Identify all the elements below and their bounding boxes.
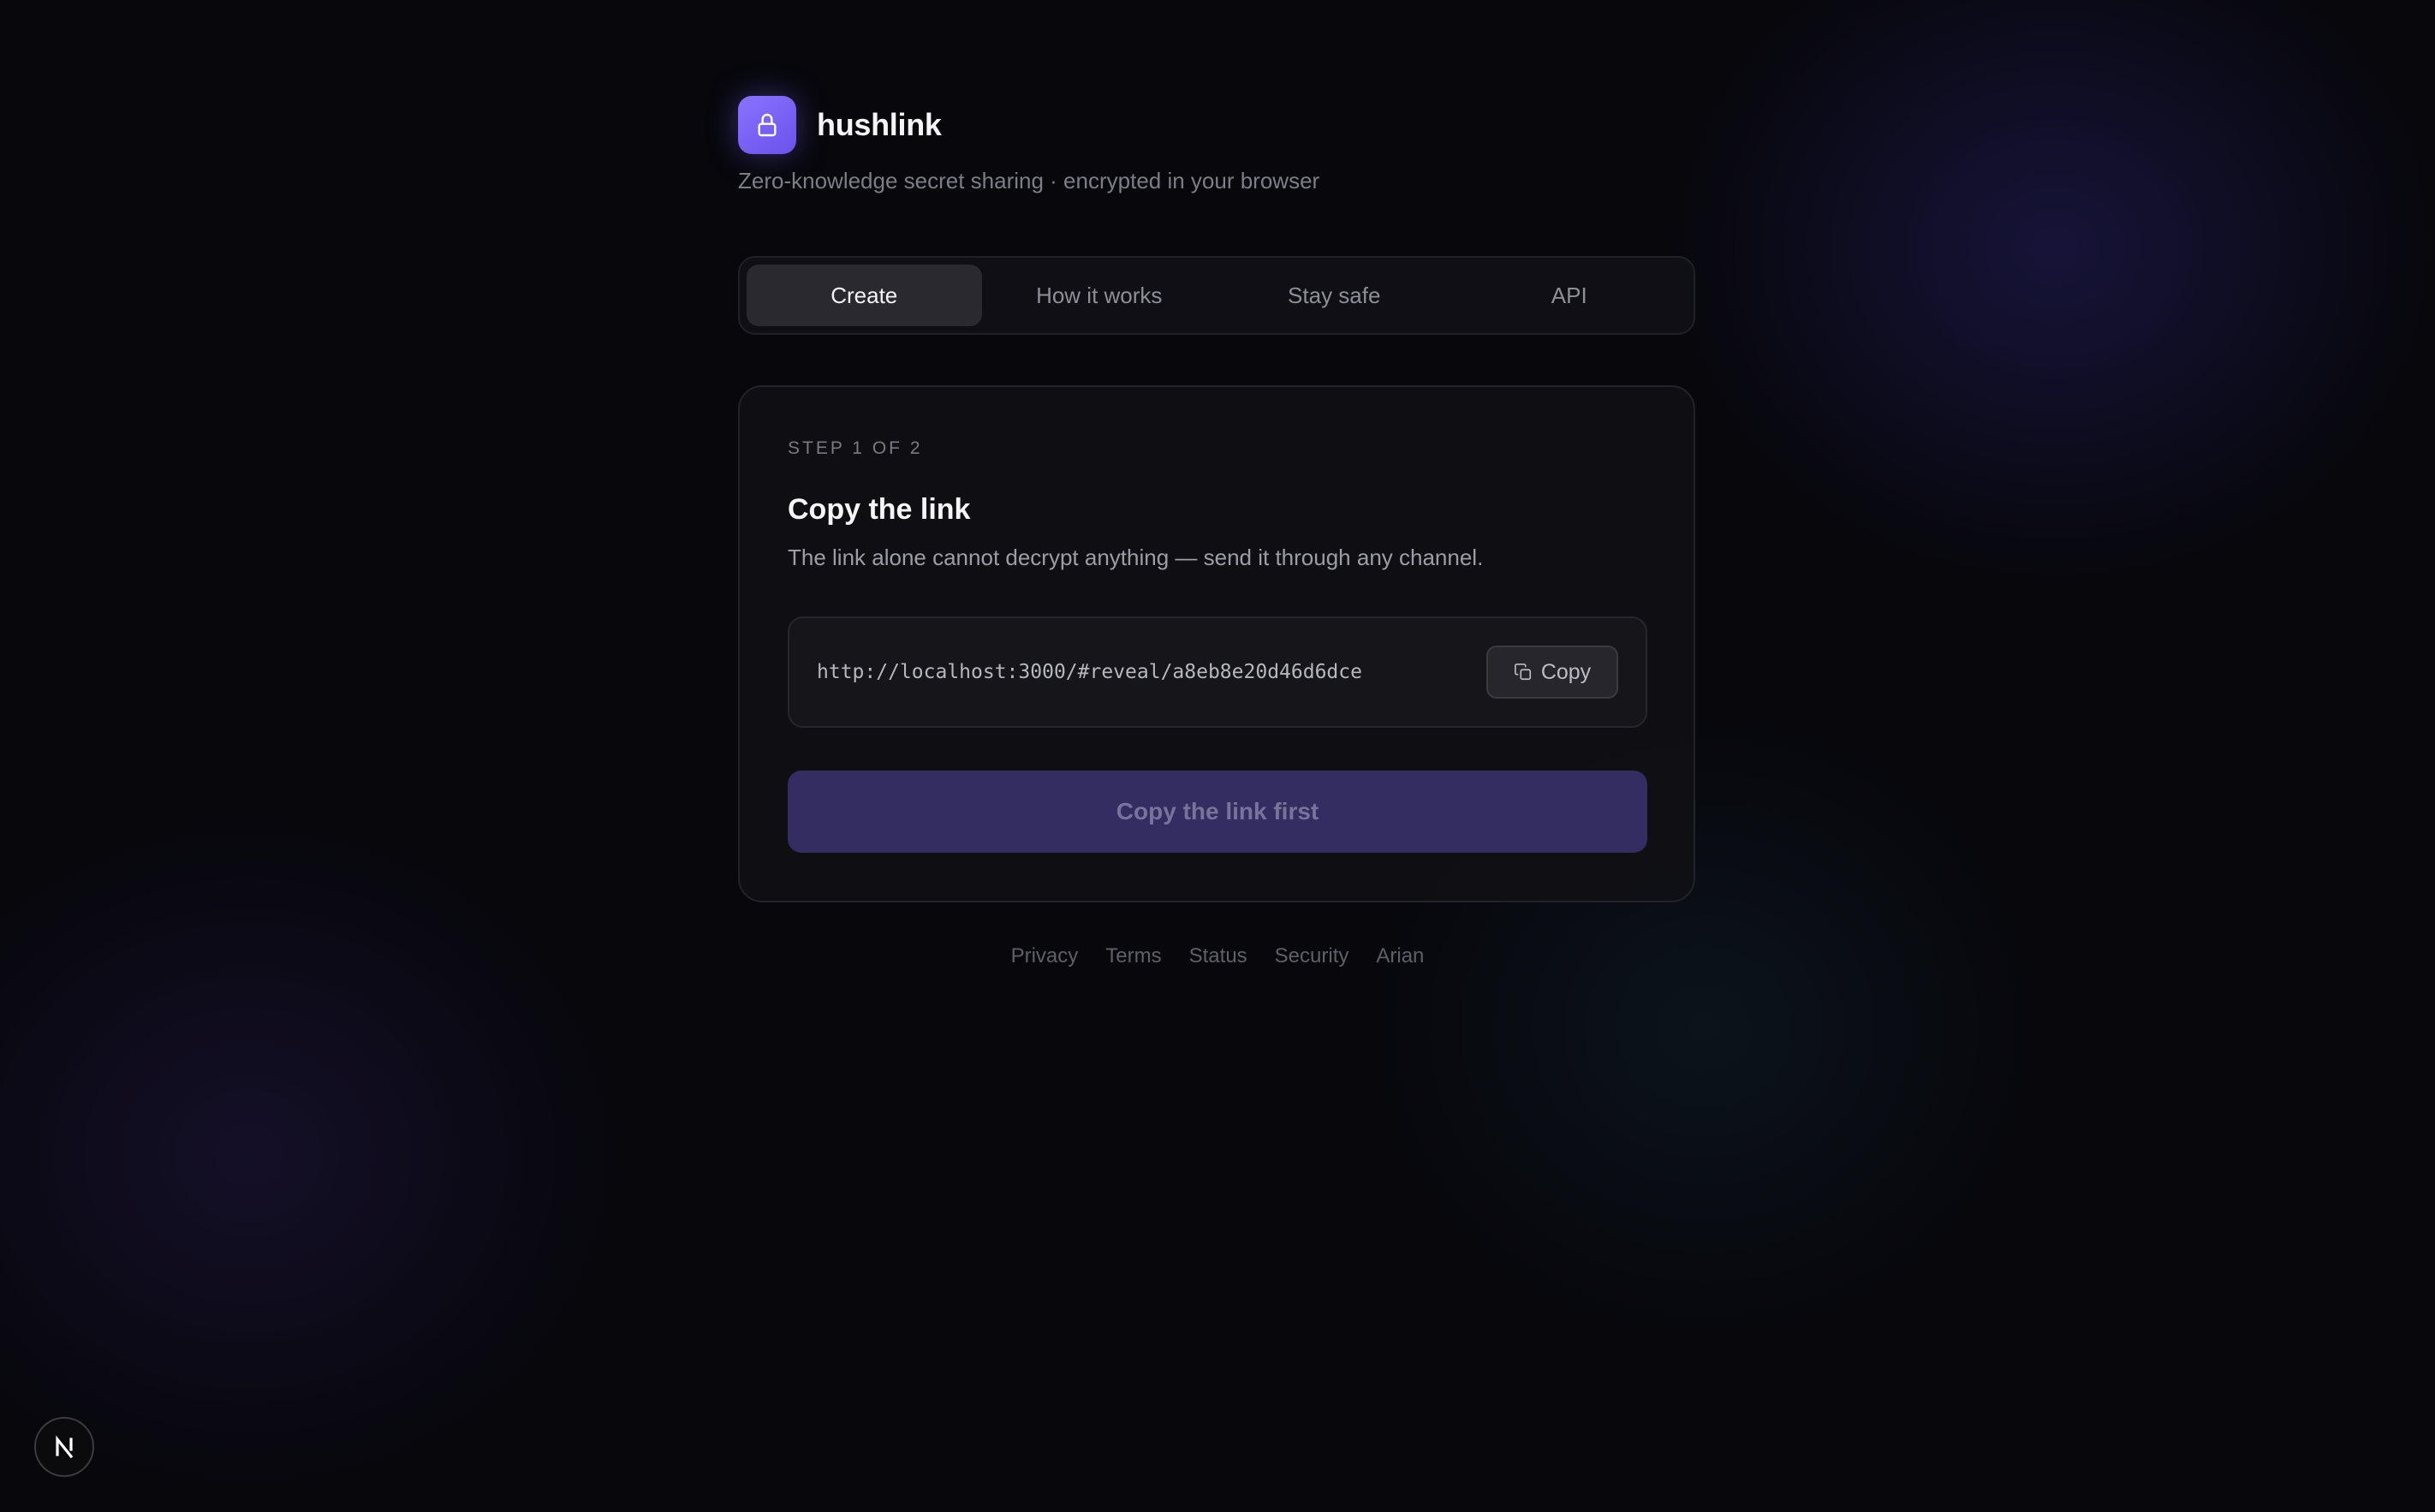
dev-tools-badge[interactable] — [34, 1417, 94, 1477]
tab-bar: Create How it works Stay safe API — [738, 256, 1695, 335]
footer-link-terms[interactable]: Terms — [1105, 944, 1161, 968]
footer: Privacy Terms Status Security Arian — [0, 944, 2435, 968]
link-box: http://localhost:3000/#reveal/a8eb8e20d4… — [788, 616, 1647, 728]
step-label: STEP 1 OF 2 — [788, 438, 923, 458]
n-logo-icon — [56, 1435, 74, 1459]
footer-link-arian[interactable]: Arian — [1376, 944, 1424, 968]
footer-link-security[interactable]: Security — [1275, 944, 1349, 968]
share-link-text[interactable]: http://localhost:3000/#reveal/a8eb8e20d4… — [817, 618, 1362, 726]
copy-icon — [1514, 664, 1531, 681]
tab-stay-safe[interactable]: Stay safe — [1217, 265, 1452, 326]
copy-button-label: Copy — [1540, 659, 1592, 684]
brand: hushlink — [738, 96, 942, 154]
footer-link-status[interactable]: Status — [1189, 944, 1247, 968]
card-title: Copy the link — [788, 493, 971, 526]
lock-icon — [758, 113, 777, 137]
tab-api[interactable]: API — [1452, 265, 1688, 326]
copy-button[interactable]: Copy — [1486, 646, 1618, 699]
tab-how-it-works[interactable]: How it works — [982, 265, 1218, 326]
brand-logo — [738, 96, 796, 154]
tagline: Zero-knowledge secret sharing · encrypte… — [738, 168, 1320, 193]
copy-link-first-button[interactable]: Copy the link first — [788, 771, 1647, 853]
footer-link-privacy[interactable]: Privacy — [1011, 944, 1079, 968]
brand-name: hushlink — [817, 107, 942, 142]
card-description: The link alone cannot decrypt anything —… — [788, 545, 1484, 570]
step-card: STEP 1 OF 2 Copy the link The link alone… — [738, 385, 1695, 902]
tab-create[interactable]: Create — [747, 265, 982, 326]
